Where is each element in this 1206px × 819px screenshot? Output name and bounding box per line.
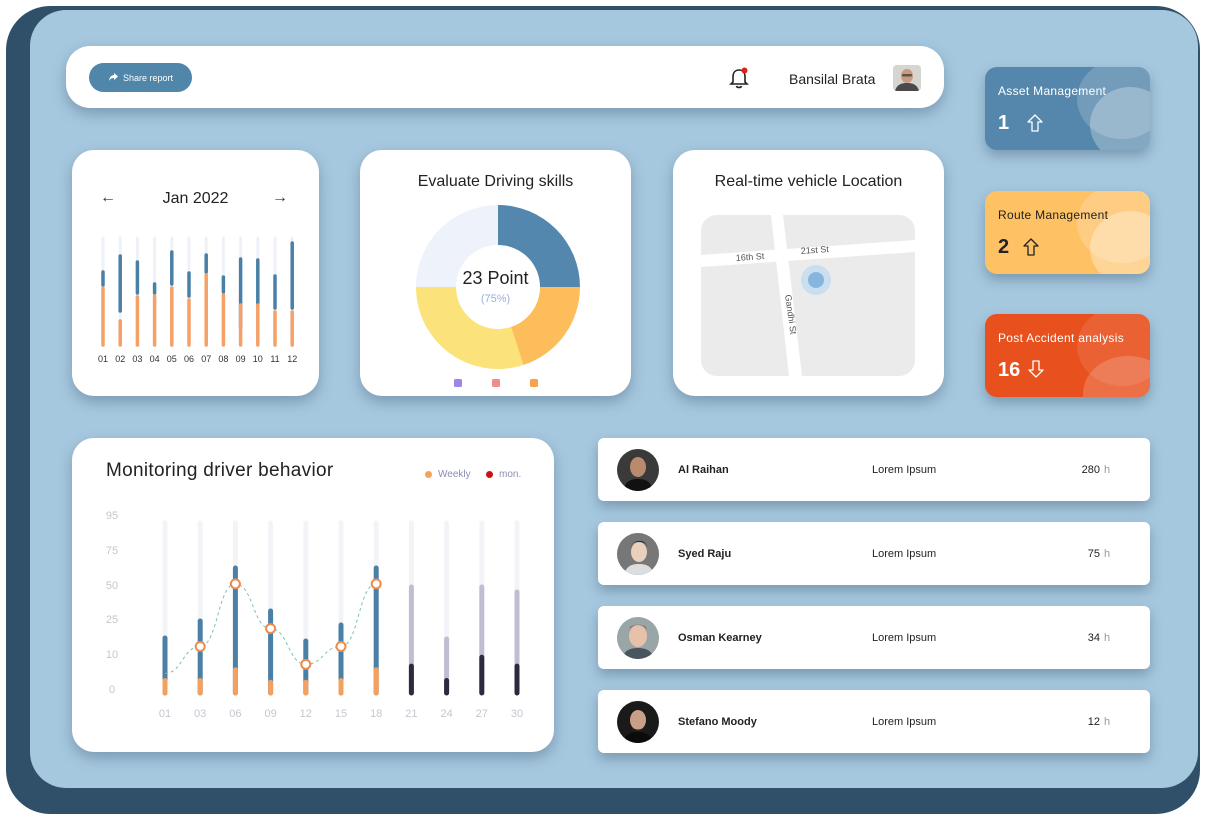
- calendar-day-label: 08: [218, 354, 228, 364]
- donut-legend-swatch: [530, 379, 538, 387]
- calendar-bars: 01 02 03 04 05 06 07 08 09 10 11 12: [98, 236, 297, 364]
- x-tick-label: 01: [159, 708, 171, 720]
- calendar-day-label: 07: [201, 354, 211, 364]
- driver-name: Syed Raju: [678, 548, 732, 560]
- top-bar: Share report Bansilal Brata: [66, 46, 944, 108]
- x-tick-label: 15: [335, 708, 347, 720]
- trend-point: [370, 578, 382, 590]
- donut-legend-swatch: [454, 379, 462, 387]
- driver-row[interactable]: Stefano Moody Lorem Ipsum 12 h: [598, 690, 1150, 753]
- driver-hours: 280: [1081, 464, 1100, 476]
- route-management-tile[interactable]: Route Management 2: [985, 191, 1150, 274]
- map-view[interactable]: 16th St 21st St Gandhi St: [701, 215, 915, 376]
- trend-point: [194, 640, 206, 652]
- map-image: 16th St 21st St Gandhi St: [701, 215, 915, 376]
- calendar-day-label: 09: [236, 354, 246, 364]
- user-avatar-image: [893, 65, 921, 91]
- y-tick-label: 25: [106, 614, 118, 626]
- x-tick-label: 12: [300, 708, 312, 720]
- x-tick-label: 18: [370, 708, 382, 720]
- vehicle-location-card: Real-time vehicle Location 16th St 21st …: [673, 150, 944, 396]
- map-street-16th: 16th St: [735, 251, 765, 263]
- driver-hours-unit: h: [1104, 548, 1111, 560]
- monitoring-card: Monitoring driver behavior Weekly mon. 9…: [72, 438, 554, 752]
- tile-label: Route Management: [998, 208, 1109, 222]
- driver-description: Lorem Ipsum: [872, 632, 937, 644]
- driver-description: Lorem Ipsum: [872, 464, 937, 476]
- driver-hours-unit: h: [1104, 464, 1111, 476]
- vehicle-location-title: Real-time vehicle Location: [714, 173, 903, 190]
- driver-name: Stefano Moody: [678, 716, 757, 728]
- driver-hours-unit: h: [1104, 632, 1111, 644]
- x-tick-label: 09: [264, 708, 276, 720]
- trend-point: [265, 623, 277, 635]
- location-pin-icon: [808, 272, 824, 288]
- driver-row[interactable]: Syed Raju Lorem Ipsum 75 h: [598, 522, 1150, 585]
- driver-row[interactable]: Al Raihan Lorem Ipsum 280 h: [598, 438, 1150, 501]
- driver-name: Osman Kearney: [678, 632, 762, 644]
- driver-hours-unit: h: [1104, 716, 1111, 728]
- map-street-21st: 21st St: [800, 244, 829, 256]
- calendar-day-label: 02: [115, 354, 125, 364]
- driver-avatar: [617, 701, 659, 743]
- calendar-day-label: 05: [167, 354, 177, 364]
- y-tick-label: 95: [106, 510, 118, 522]
- calendar-card: ← Jan 2022 → 01 02 03 04 05 06 07 08 09 10 11 12: [72, 150, 319, 396]
- driving-skills-card: Evaluate Driving skills 23 Point (75%): [360, 150, 631, 396]
- calendar-day-label: 01: [98, 354, 108, 364]
- driver-row[interactable]: Osman Kearney Lorem Ipsum 34 h: [598, 606, 1150, 669]
- donut-center-percent: (75%): [480, 293, 511, 305]
- calendar-day-label: 11: [270, 354, 279, 364]
- share-report-label: Share report: [122, 72, 174, 83]
- trend-point: [300, 658, 312, 670]
- donut-legend-swatch: [492, 379, 500, 387]
- driver-avatar: [617, 533, 659, 575]
- calendar-day-label: 12: [287, 354, 297, 364]
- share-report-button[interactable]: Share report: [89, 63, 192, 92]
- x-tick-label: 30: [511, 708, 523, 720]
- x-tick-label: 21: [405, 708, 417, 720]
- tile-label: Post Accident analysis: [998, 331, 1124, 345]
- y-tick-label: 50: [106, 580, 118, 592]
- driver-description: Lorem Ipsum: [872, 716, 937, 728]
- driver-hours: 12: [1087, 716, 1100, 728]
- notification-dot: [741, 67, 748, 74]
- tile-count: 1: [998, 112, 1010, 134]
- x-tick-label: 24: [440, 708, 452, 720]
- driver-hours: 75: [1087, 548, 1100, 560]
- donut-center-value: 23 Point: [462, 268, 529, 288]
- trend-point: [335, 640, 347, 652]
- y-tick-label: 10: [106, 649, 118, 661]
- asset-management-tile[interactable]: Asset Management 1: [985, 67, 1150, 150]
- driver-hours: 34: [1087, 632, 1100, 644]
- driver-description: Lorem Ipsum: [872, 548, 937, 560]
- user-avatar[interactable]: [893, 65, 921, 91]
- arrow-up-icon: [1023, 238, 1039, 256]
- notification-bell-icon[interactable]: [728, 66, 750, 90]
- driver-avatar: [617, 449, 659, 491]
- calendar-day-label: 03: [132, 354, 142, 364]
- arrow-down-icon: [1028, 360, 1044, 378]
- calendar-day-label: 10: [253, 354, 263, 364]
- calendar-day-label: 04: [150, 354, 160, 364]
- user-name: Bansilal Brata: [789, 71, 876, 87]
- y-tick-label: 75: [106, 545, 118, 557]
- post-accident-tile[interactable]: Post Accident analysis 16: [985, 314, 1150, 397]
- arrow-up-icon: [1027, 114, 1043, 132]
- driver-name: Al Raihan: [678, 464, 729, 476]
- share-icon: [108, 73, 118, 81]
- driver-avatar: [617, 617, 659, 659]
- y-tick-label: 0: [109, 684, 115, 696]
- calendar-day-label: 06: [184, 354, 194, 364]
- x-tick-label: 27: [476, 708, 488, 720]
- x-tick-label: 06: [229, 708, 241, 720]
- tile-label: Asset Management: [998, 84, 1107, 98]
- tile-count: 16: [998, 359, 1021, 381]
- x-tick-label: 03: [194, 708, 206, 720]
- behavior-chart: 95 75 50 25 10 0 01 03 06 09 12 15 18 21 24 27 30: [106, 510, 523, 720]
- trend-point: [229, 578, 241, 590]
- tile-count: 2: [998, 236, 1010, 258]
